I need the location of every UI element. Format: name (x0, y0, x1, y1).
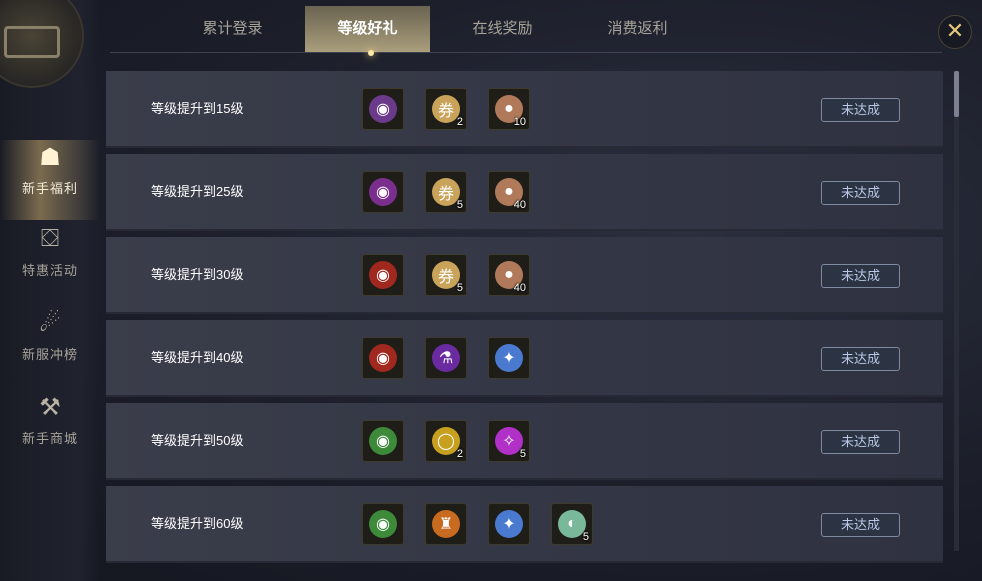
row-title: 等级提升到50级 (151, 433, 244, 448)
scroll-icon: 券 (432, 261, 460, 289)
purple-pouch-icon: ◉ (369, 95, 397, 123)
blue-orb-icon: ✦ (495, 510, 523, 538)
reward-count: 40 (513, 282, 526, 294)
reward-row: 等级提升到25级 ◉ 券 5 ● 40 未达成 (106, 154, 943, 231)
row-title: 等级提升到30级 (151, 267, 244, 282)
red-pouch-icon: ◉ (369, 344, 397, 372)
scroll-icon: 券 (432, 95, 460, 123)
magic-swirl-icon: ✧ (495, 427, 523, 455)
armor-icon: ♜ (432, 510, 460, 538)
sidebar-item-label: 新手福利 (21, 181, 78, 196)
reward-item[interactable]: ◉ (362, 420, 404, 462)
reward-item[interactable]: ● 40 (488, 254, 530, 296)
reward-items: ◉ 券 2 ● 10 (362, 88, 551, 130)
reward-item[interactable]: ◉ (362, 171, 404, 213)
reward-items: ◉ ⚗ ✦ (362, 337, 551, 379)
sidebar-item[interactable]: ⚒ 新手商城 (0, 390, 100, 470)
row-title: 等级提升到40级 (151, 350, 244, 365)
reward-count: 5 (456, 282, 463, 294)
scrollbar-track[interactable] (954, 71, 959, 551)
close-icon: ✕ (945, 18, 965, 43)
reward-count: 10 (513, 116, 526, 128)
reward-items: ◉ ♜ ✦ ◐ 5 (362, 503, 614, 545)
reward-count: 5 (456, 199, 463, 211)
reward-item[interactable]: ◉ (362, 254, 404, 296)
reward-item[interactable]: 券 5 (425, 171, 467, 213)
scroll-icon: 券 (432, 178, 460, 206)
reward-count: 2 (456, 116, 463, 128)
reward-item[interactable]: ✧ 5 (488, 420, 530, 462)
bracelet-icon: ◯ (432, 427, 460, 455)
reward-row: 等级提升到40级 ◉ ⚗ ✦ 未达成 (106, 320, 943, 397)
claim-button[interactable]: 未达成 (821, 98, 900, 122)
claim-button[interactable]: 未达成 (821, 513, 900, 537)
sidebar-item-label: 新服冲榜 (21, 347, 78, 362)
reward-item[interactable]: ◐ 5 (551, 503, 593, 545)
tab[interactable]: 等级好礼 (305, 6, 430, 52)
reward-item[interactable]: ✦ (488, 337, 530, 379)
tab[interactable]: 消费返利 (575, 6, 700, 52)
reward-count: 5 (519, 448, 526, 460)
purple-pouch-icon: ◉ (369, 178, 397, 206)
reward-item[interactable]: ✦ (488, 503, 530, 545)
red-pouch-icon: ◉ (369, 261, 397, 289)
reward-count: 40 (513, 199, 526, 211)
green-pouch-icon: ◉ (369, 510, 397, 538)
reward-item[interactable]: ♜ (425, 503, 467, 545)
scrollbar-thumb[interactable] (954, 71, 959, 117)
sidebar-item[interactable]: ☄ 新服冲榜 (0, 306, 100, 386)
reward-item[interactable]: ◉ (362, 88, 404, 130)
row-title: 等级提升到25级 (151, 184, 244, 199)
row-title: 等级提升到15级 (151, 101, 244, 116)
reward-items: ◉ ◯ 2 ✧ 5 (362, 420, 551, 462)
reward-row: 等级提升到50级 ◉ ◯ 2 ✧ 5 未达成 (106, 403, 943, 480)
sidebar-item[interactable]: ⛋ 特惠活动 (0, 222, 100, 302)
reward-items: ◉ 券 5 ● 40 (362, 254, 551, 296)
reward-row: 等级提升到15级 ◉ 券 2 ● 10 未达成 (106, 71, 943, 148)
bag-icon: ☗ (39, 143, 61, 171)
blue-orb-icon: ✦ (495, 344, 523, 372)
chest-icon: ⛋ (40, 225, 60, 252)
reward-item[interactable]: ◯ 2 (425, 420, 467, 462)
potion-icon: ⚗ (432, 344, 460, 372)
reward-item[interactable]: ◉ (362, 337, 404, 379)
game-emblem-icon (0, 0, 84, 88)
reward-item[interactable]: ● 10 (488, 88, 530, 130)
reward-count: 2 (456, 448, 463, 460)
reward-item[interactable]: ● 40 (488, 171, 530, 213)
sidebar-item-label: 特惠活动 (21, 263, 78, 278)
claim-button[interactable]: 未达成 (821, 181, 900, 205)
claim-button[interactable]: 未达成 (821, 264, 900, 288)
claim-button[interactable]: 未达成 (821, 347, 900, 371)
tab-bar: 累计登录 等级好礼 在线奖励 消费返利 (170, 6, 710, 52)
tab[interactable]: 累计登录 (170, 6, 295, 52)
reward-item[interactable]: ⚗ (425, 337, 467, 379)
reward-item[interactable]: ◉ (362, 503, 404, 545)
row-title: 等级提升到60级 (151, 516, 244, 531)
sidebar: ☗ 新手福利 ⛋ 特惠活动 ☄ 新服冲榜 ⚒ 新手商城 (0, 0, 100, 581)
reward-row: 等级提升到60级 ◉ ♜ ✦ ◐ 5 未达成 (106, 486, 943, 563)
close-button[interactable]: ✕ (938, 15, 972, 49)
reward-row: 等级提升到30级 ◉ 券 5 ● 40 未达成 (106, 237, 943, 314)
sidebar-item-label: 新手商城 (21, 431, 78, 446)
reward-item[interactable]: 券 5 (425, 254, 467, 296)
green-pouch-icon: ◉ (369, 427, 397, 455)
sidebar-item[interactable]: ☗ 新手福利 (0, 140, 100, 220)
reward-count: 5 (582, 531, 589, 543)
tab[interactable]: 在线奖励 (440, 6, 565, 52)
active-tab-glow (368, 50, 374, 56)
claim-button[interactable]: 未达成 (821, 430, 900, 454)
reward-list: 等级提升到15级 ◉ 券 2 ● 10 未达成 等级提升到25级 ◉ 券 5 ● … (106, 71, 943, 569)
money-bag-icon: ☄ (39, 309, 61, 337)
reward-items: ◉ 券 5 ● 40 (362, 171, 551, 213)
reward-item[interactable]: 券 2 (425, 88, 467, 130)
tab-divider (110, 52, 942, 53)
jade-icon: ◐ (558, 510, 586, 538)
shop-icon: ⚒ (39, 393, 61, 421)
